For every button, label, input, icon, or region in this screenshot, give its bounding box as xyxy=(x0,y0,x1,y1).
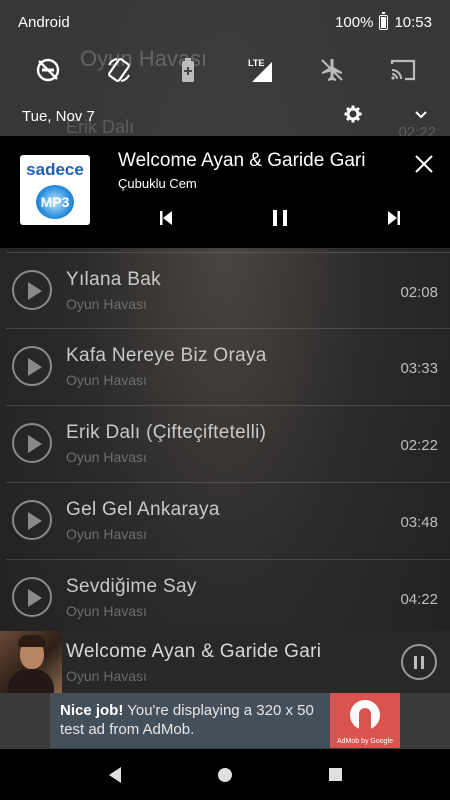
song-duration: 02:08 xyxy=(400,284,438,301)
song-title: Gel Gel Ankaraya xyxy=(66,499,220,520)
lte-label: LTE xyxy=(248,58,264,68)
ad-bold: Nice job! xyxy=(60,702,124,719)
pause-icon[interactable] xyxy=(268,206,292,230)
song-duration: 02:22 xyxy=(400,437,438,454)
recents-icon[interactable] xyxy=(328,768,342,781)
pause-bar-left xyxy=(414,655,417,669)
status-bar: Android 100% 10:53 xyxy=(0,0,450,44)
song-title: Erik Dalı (Çifteçiftetelli) xyxy=(66,422,267,443)
now-playing-subtitle: Oyun Havası xyxy=(66,668,147,684)
song-list: Yılana Bak Oyun Havası 02:08 Kafa Nereye… xyxy=(0,248,450,637)
ad-banner-area: Nice job! You're displaying a 320 x 50 t… xyxy=(0,693,450,749)
list-item[interactable]: Sevdiğime Say Oyun Havası 04:22 xyxy=(6,560,450,637)
album-brand: sadece xyxy=(26,160,84,179)
status-right: 100% 10:53 xyxy=(335,11,432,31)
auto-rotate-icon[interactable] xyxy=(99,50,139,90)
list-item[interactable]: Gel Gel Ankaraya Oyun Havası 03:48 xyxy=(6,483,450,560)
shade-date-row: Tue, Nov 7 xyxy=(0,96,450,136)
navigation-bar xyxy=(0,749,450,800)
now-playing-bar[interactable]: Welcome Ayan & Garide Gari Oyun Havası xyxy=(0,631,450,693)
song-subtitle: Oyun Havası xyxy=(66,603,147,619)
song-duration: 04:22 xyxy=(400,591,438,608)
media-title: Welcome Ayan & Garide Gari xyxy=(118,150,366,171)
now-playing-title: Welcome Ayan & Garide Gari xyxy=(66,641,322,662)
play-icon[interactable] xyxy=(12,270,52,310)
song-title: Kafa Nereye Biz Oraya xyxy=(66,345,267,366)
play-icon[interactable] xyxy=(12,577,52,617)
admob-logo: AdMob by Google xyxy=(330,693,400,748)
album-art: sadece MP3 xyxy=(20,155,90,225)
airplane-mode-icon[interactable] xyxy=(312,50,352,90)
carrier-label: Android xyxy=(18,13,70,31)
list-item[interactable]: Kafa Nereye Biz Oraya Oyun Havası 03:33 xyxy=(6,329,450,406)
admob-logo-text: AdMob by Google xyxy=(336,738,394,745)
song-duration: 03:33 xyxy=(400,360,438,377)
media-artist: Çubuklu Cem xyxy=(118,176,197,191)
clock: 10:53 xyxy=(394,13,432,31)
home-icon[interactable] xyxy=(217,767,232,782)
battery-percent: 100% xyxy=(335,13,374,31)
play-icon[interactable] xyxy=(12,346,52,386)
song-subtitle: Oyun Havası xyxy=(66,372,147,388)
battery-icon xyxy=(379,11,389,30)
chevron-down-icon[interactable] xyxy=(414,107,428,125)
media-notification[interactable]: sadece MP3 Welcome Ayan & Garide Gari Çu… xyxy=(0,136,450,248)
skip-previous-icon[interactable] xyxy=(154,206,178,230)
song-duration: 03:48 xyxy=(400,514,438,531)
dnd-off-icon[interactable] xyxy=(28,50,68,90)
song-title: Yılana Bak xyxy=(66,269,161,290)
quick-settings-row: LTE xyxy=(0,44,450,96)
ad-text: Nice job! You're displaying a 320 x 50 t… xyxy=(60,701,324,739)
artist-body xyxy=(8,669,54,693)
list-item[interactable]: Yılana Bak Oyun Havası 02:08 xyxy=(6,252,450,329)
artist-hair xyxy=(18,635,46,647)
song-subtitle: Oyun Havası xyxy=(66,449,147,465)
skip-next-icon[interactable] xyxy=(382,206,406,230)
song-subtitle: Oyun Havası xyxy=(66,526,147,542)
play-icon[interactable] xyxy=(12,423,52,463)
pause-button[interactable] xyxy=(401,644,437,680)
lte-signal-icon[interactable]: LTE xyxy=(241,50,281,90)
shade-date-icons xyxy=(344,105,428,128)
album-disc: MP3 xyxy=(36,185,74,219)
song-title: Sevdiğime Say xyxy=(66,576,197,597)
list-item[interactable]: Erik Dalı (Çifteçiftetelli) Oyun Havası … xyxy=(6,406,450,483)
gear-icon[interactable] xyxy=(344,105,362,128)
artist-thumbnail xyxy=(0,631,62,693)
battery-saver-icon[interactable] xyxy=(170,50,210,90)
ad-banner[interactable]: Nice job! You're displaying a 320 x 50 t… xyxy=(50,693,400,748)
pause-bar-right xyxy=(421,655,424,669)
cast-icon[interactable] xyxy=(383,50,423,90)
admob-icon xyxy=(350,700,380,730)
shade-date: Tue, Nov 7 xyxy=(22,107,95,125)
back-icon[interactable] xyxy=(108,766,121,783)
play-icon[interactable] xyxy=(12,500,52,540)
close-icon[interactable] xyxy=(408,148,440,180)
song-subtitle: Oyun Havası xyxy=(66,296,147,312)
